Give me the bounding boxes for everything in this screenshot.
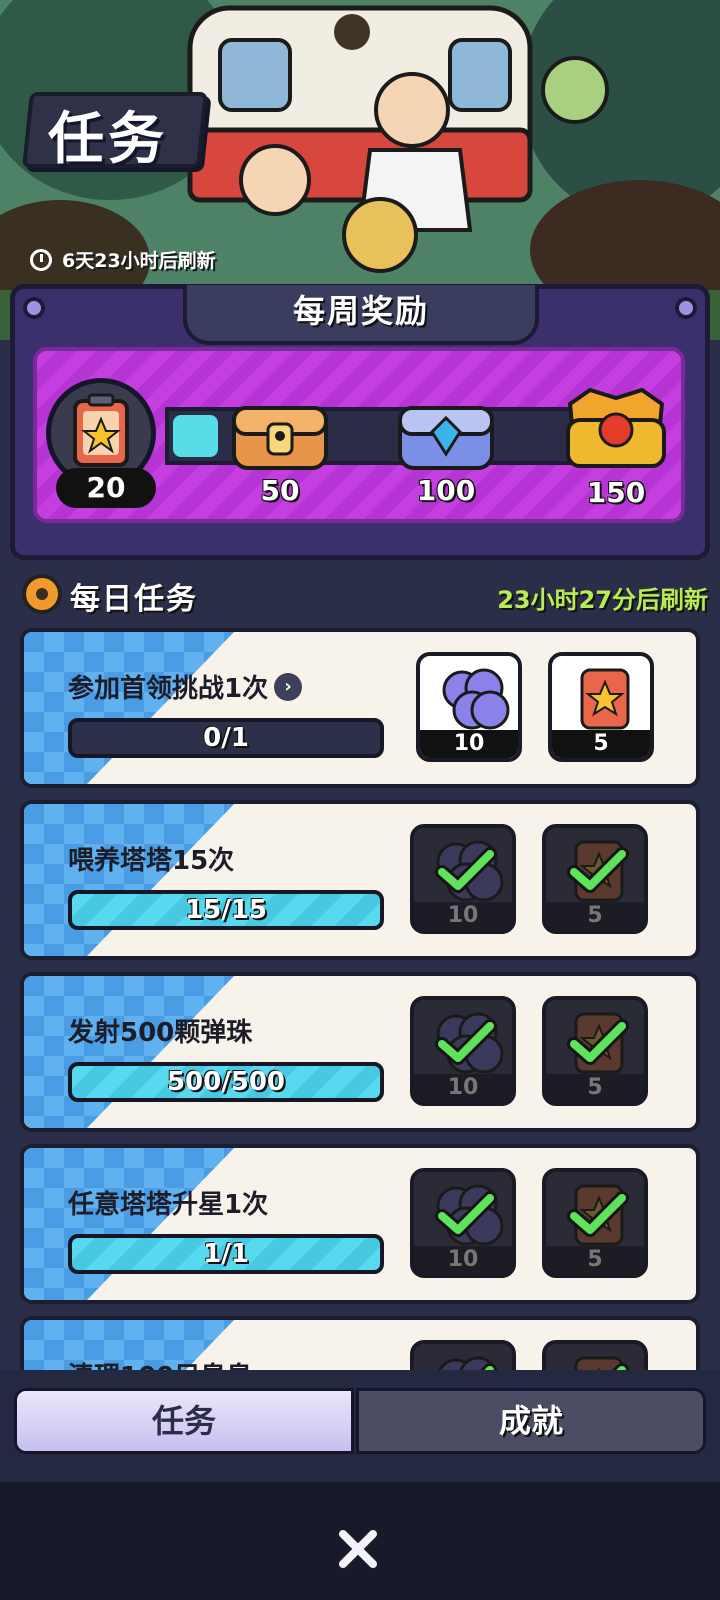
checkmark-icon bbox=[567, 1191, 629, 1237]
daily-task-list[interactable]: 参加首领挑战1次 › 0/1 10 5 喂养塔塔15次 15/15 10 5 发射500颗弹珠 50… bbox=[20, 628, 700, 1395]
reward-quantity: 10 bbox=[420, 730, 518, 758]
reward-quest-card[interactable]: 5 bbox=[542, 1168, 648, 1278]
close-icon[interactable] bbox=[333, 1524, 383, 1574]
daily-tasks-header: 每日任务 23小时27分后刷新 bbox=[20, 570, 710, 617]
card-stripe bbox=[24, 1148, 234, 1300]
go-arrow-icon[interactable]: › bbox=[274, 672, 303, 701]
card-stripe bbox=[24, 632, 234, 784]
reward-quantity: 10 bbox=[414, 1074, 512, 1102]
checkmark-icon bbox=[567, 1019, 629, 1065]
checkmark-icon bbox=[435, 847, 497, 893]
page-title: 任务 bbox=[48, 107, 168, 172]
task-card[interactable]: 参加首领挑战1次 › 0/1 10 5 bbox=[20, 628, 700, 788]
tab-quests[interactable]: 任务 bbox=[14, 1388, 354, 1454]
daily-tasks-title: 每日任务 bbox=[70, 582, 198, 617]
task-progress-bar: 1/1 bbox=[68, 1234, 384, 1274]
checkmark-icon bbox=[435, 1191, 497, 1237]
reward-quantity: 5 bbox=[552, 730, 650, 758]
quest-card-icon bbox=[580, 668, 630, 730]
weekly-title: 每周奖励 bbox=[292, 292, 429, 330]
weekly-refresh-text: 6天23小时后刷新 bbox=[62, 250, 216, 272]
current-points-value: 20 bbox=[56, 468, 156, 508]
task-card[interactable]: 任意塔塔升星1次 1/1 10 5 bbox=[20, 1144, 700, 1304]
stopwatch-icon bbox=[30, 248, 52, 271]
task-progress-text: 500/500 bbox=[166, 1067, 286, 1097]
milestone-value: 150 bbox=[586, 476, 646, 509]
reward-quest-card[interactable]: 5 bbox=[548, 652, 654, 762]
card-stripe bbox=[24, 976, 234, 1128]
reward-quantity: 5 bbox=[546, 1074, 644, 1102]
task-progress-bar: 15/15 bbox=[68, 890, 384, 930]
target-icon bbox=[22, 574, 62, 614]
reward-quantity: 5 bbox=[546, 902, 644, 930]
task-progress-text: 0/1 bbox=[203, 723, 249, 753]
weekly-current-points: 20 bbox=[46, 378, 156, 508]
milestone-value: 100 bbox=[416, 474, 476, 507]
checkmark-icon bbox=[567, 847, 629, 893]
reward-orbs[interactable]: 10 bbox=[410, 824, 516, 934]
quest-screen: { "header": {"title": "任务", "refresh_tex… bbox=[0, 0, 720, 1600]
weekly-milestone-50[interactable]: 50 bbox=[228, 390, 332, 510]
milestone-value: 50 bbox=[260, 474, 300, 507]
task-name-text: 参加首领挑战1次 bbox=[68, 674, 269, 704]
task-progress-text: 1/1 bbox=[203, 1239, 249, 1269]
checkmark-icon bbox=[435, 1019, 497, 1065]
task-name: 参加首领挑战1次 › bbox=[68, 668, 303, 705]
task-progress-text: 15/15 bbox=[185, 895, 267, 925]
reward-quantity: 10 bbox=[414, 1246, 512, 1274]
reward-orbs[interactable]: 10 bbox=[416, 652, 522, 762]
wooden-chest-icon bbox=[232, 406, 328, 470]
task-name-text: 喂养塔塔15次 bbox=[68, 846, 235, 876]
task-name-text: 发射500颗弹珠 bbox=[68, 1018, 253, 1048]
gold-chest-icon bbox=[566, 387, 666, 468]
panel-rivet bbox=[675, 297, 697, 319]
task-progress-bar: 500/500 bbox=[68, 1062, 384, 1102]
purple-orbs-icon bbox=[442, 668, 510, 730]
task-name: 发射500颗弹珠 bbox=[68, 1012, 252, 1049]
task-name-text: 任意塔塔升星1次 bbox=[68, 1190, 269, 1220]
task-progress-bar: 0/1 bbox=[68, 718, 384, 758]
task-card[interactable]: 发射500颗弹珠 500/500 10 5 bbox=[20, 972, 700, 1132]
weekly-progress-fill bbox=[173, 415, 218, 457]
reward-quantity: 10 bbox=[414, 902, 512, 930]
weekly-milestone-150[interactable]: 150 bbox=[560, 384, 672, 514]
task-card[interactable]: 喂养塔塔15次 15/15 10 5 bbox=[20, 800, 700, 960]
reward-quest-card[interactable]: 5 bbox=[542, 996, 648, 1106]
weekly-milestone-100[interactable]: 100 bbox=[394, 390, 498, 510]
tab-bar: 任务 成就 bbox=[0, 1370, 720, 1482]
task-name: 喂养塔塔15次 bbox=[68, 840, 234, 877]
reward-quantity: 5 bbox=[546, 1246, 644, 1274]
task-name: 任意塔塔升星1次 bbox=[68, 1184, 268, 1221]
tab-achievements[interactable]: 成就 bbox=[356, 1388, 706, 1454]
reward-quest-card[interactable]: 5 bbox=[542, 824, 648, 934]
daily-refresh-text: 23小时27分后刷新 bbox=[497, 586, 708, 614]
reward-orbs[interactable]: 10 bbox=[410, 996, 516, 1106]
weekly-title-tab: 每周奖励 bbox=[183, 285, 539, 345]
reward-orbs[interactable]: 10 bbox=[410, 1168, 516, 1278]
weekly-refresh-timer: 6天23小时后刷新 bbox=[30, 246, 216, 273]
silver-chest-icon bbox=[398, 406, 494, 470]
panel-rivet bbox=[23, 297, 45, 319]
card-stripe bbox=[24, 804, 234, 956]
